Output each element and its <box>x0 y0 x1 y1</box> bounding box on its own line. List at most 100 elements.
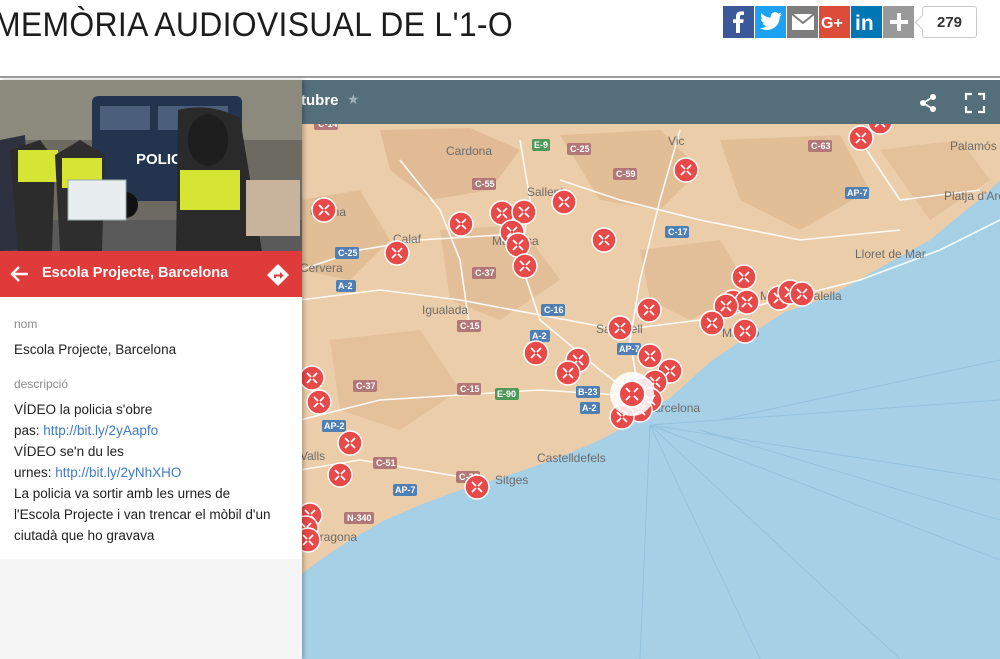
linkedin-icon: in <box>855 12 874 33</box>
description-line: urnes: http://bit.ly/2yNhXHO <box>14 462 288 483</box>
page-title: MEMÒRIA AUDIOVISUAL DE L'1-O <box>0 6 513 44</box>
description-text: urnes: <box>14 465 56 480</box>
svg-text:C-55: C-55 <box>475 179 495 189</box>
map-marker[interactable] <box>464 474 490 500</box>
page-header: MEMÒRIA AUDIOVISUAL DE L'1-O G+ in 279 <box>0 0 1000 78</box>
description-line: VÍDEO la policia s'obre <box>14 402 153 417</box>
map-marker[interactable] <box>607 315 633 341</box>
facebook-share-button[interactable] <box>723 6 754 38</box>
svg-text:G+: G+ <box>821 15 843 31</box>
star-icon[interactable]: ★ <box>347 91 360 108</box>
directions-icon[interactable] <box>266 263 290 287</box>
description-line: La policia va sortir amb les urnes de <box>14 486 231 501</box>
svg-text:AP-7: AP-7 <box>395 485 416 495</box>
map-marker[interactable] <box>523 340 549 366</box>
description-label: descripció <box>14 377 69 391</box>
email-icon <box>790 13 815 30</box>
map-marker[interactable] <box>555 360 581 386</box>
map-marker[interactable] <box>789 281 815 307</box>
map-marker[interactable] <box>299 365 325 391</box>
description-line: l'Escola Projecte i van trencar el mòbil… <box>14 507 271 522</box>
description-value: VÍDEO la policia s'obre pas: http://bit.… <box>14 399 288 546</box>
google-plus-share-button[interactable]: G+ <box>819 6 850 38</box>
svg-text:C-37: C-37 <box>475 268 495 278</box>
svg-text:C-59: C-59 <box>616 169 636 179</box>
svg-text:N-340: N-340 <box>347 513 372 523</box>
share-count: 279 <box>922 6 977 38</box>
fullscreen-icon[interactable] <box>964 92 986 114</box>
more-share-button[interactable] <box>883 6 914 38</box>
share-icon[interactable] <box>917 92 939 114</box>
police-photo-image: POLICÍA <box>0 80 302 251</box>
place-photo: POLICÍA <box>0 80 302 251</box>
map-marker[interactable] <box>337 430 363 456</box>
svg-text:C-51: C-51 <box>376 458 396 468</box>
name-value: Escola Projecte, Barcelona <box>14 342 177 357</box>
svg-text:A-2: A-2 <box>532 331 547 341</box>
svg-text:C-15: C-15 <box>460 321 480 331</box>
facebook-icon <box>732 11 744 33</box>
svg-text:C-25: C-25 <box>570 144 590 154</box>
map-marker[interactable] <box>732 318 758 344</box>
svg-text:Igualada: Igualada <box>422 303 468 317</box>
svg-text:Castelldefels: Castelldefels <box>537 451 606 465</box>
panel-title: Escola Projecte, Barcelona <box>42 265 229 281</box>
svg-text:C-37: C-37 <box>356 381 376 391</box>
selected-map-marker[interactable] <box>610 372 654 416</box>
map-marker[interactable] <box>636 297 662 323</box>
description-line: ciutadà que ho gravava <box>14 528 155 543</box>
email-share-button[interactable] <box>787 6 818 38</box>
name-label: nom <box>14 317 38 331</box>
svg-text:C-63: C-63 <box>811 141 831 151</box>
svg-text:in: in <box>855 12 874 33</box>
svg-text:E-90: E-90 <box>497 389 516 399</box>
svg-text:E-9: E-9 <box>534 140 548 150</box>
svg-text:A-2: A-2 <box>338 281 353 291</box>
map-marker[interactable] <box>734 289 760 315</box>
svg-text:C-17: C-17 <box>668 227 688 237</box>
map-marker[interactable] <box>637 343 663 369</box>
svg-text:C-25: C-25 <box>338 248 358 258</box>
description-text: pas: <box>14 423 44 438</box>
description-line: pas: http://bit.ly/2yAapfo <box>14 420 288 441</box>
map-marker[interactable] <box>306 389 332 415</box>
map-title: tubre <box>301 92 339 109</box>
svg-text:C-16: C-16 <box>544 305 564 315</box>
google-plus-icon: G+ <box>821 15 843 31</box>
svg-text:Sitges: Sitges <box>495 473 528 487</box>
map-marker[interactable] <box>448 211 474 237</box>
twitter-icon <box>759 12 782 31</box>
svg-text:Cardona: Cardona <box>446 144 492 158</box>
map-marker[interactable] <box>327 462 353 488</box>
svg-text:Palamós: Palamós <box>950 139 997 153</box>
svg-text:Platja d'Aro: Platja d'Aro <box>944 189 1000 203</box>
video-link-2[interactable]: http://bit.ly/2yNhXHO <box>55 465 181 480</box>
more-plus-icon <box>889 13 908 31</box>
map-marker[interactable] <box>731 264 757 290</box>
map-marker[interactable] <box>384 240 410 266</box>
map-marker[interactable] <box>591 227 617 253</box>
map-marker[interactable] <box>699 310 725 336</box>
share-bar: G+ in 279 <box>723 6 977 38</box>
panel-header: Escola Projecte, Barcelona <box>0 251 302 297</box>
twitter-share-button[interactable] <box>755 6 786 38</box>
video-link-1[interactable]: http://bit.ly/2yAapfo <box>43 423 158 438</box>
linkedin-share-button[interactable]: in <box>851 6 882 38</box>
svg-text:B-23: B-23 <box>578 387 598 397</box>
svg-text:A-2: A-2 <box>582 403 597 413</box>
svg-text:Cervera: Cervera <box>300 261 343 275</box>
svg-text:C-15: C-15 <box>460 384 480 394</box>
back-arrow-icon[interactable] <box>8 263 30 285</box>
map-marker[interactable] <box>848 125 874 151</box>
svg-text:AP-7: AP-7 <box>847 188 868 198</box>
svg-text:Valls: Valls <box>300 449 325 463</box>
map-marker[interactable] <box>673 157 699 183</box>
svg-text:Vic: Vic <box>668 134 684 148</box>
svg-text:Lloret de Mar: Lloret de Mar <box>855 247 926 261</box>
map-marker[interactable] <box>551 189 577 215</box>
map-marker[interactable] <box>311 197 337 223</box>
panel-body: nom Escola Projecte, Barcelona descripci… <box>0 297 302 559</box>
svg-text:AP-2: AP-2 <box>324 421 345 431</box>
svg-text:AP-7: AP-7 <box>619 344 640 354</box>
map-marker[interactable] <box>512 253 538 279</box>
